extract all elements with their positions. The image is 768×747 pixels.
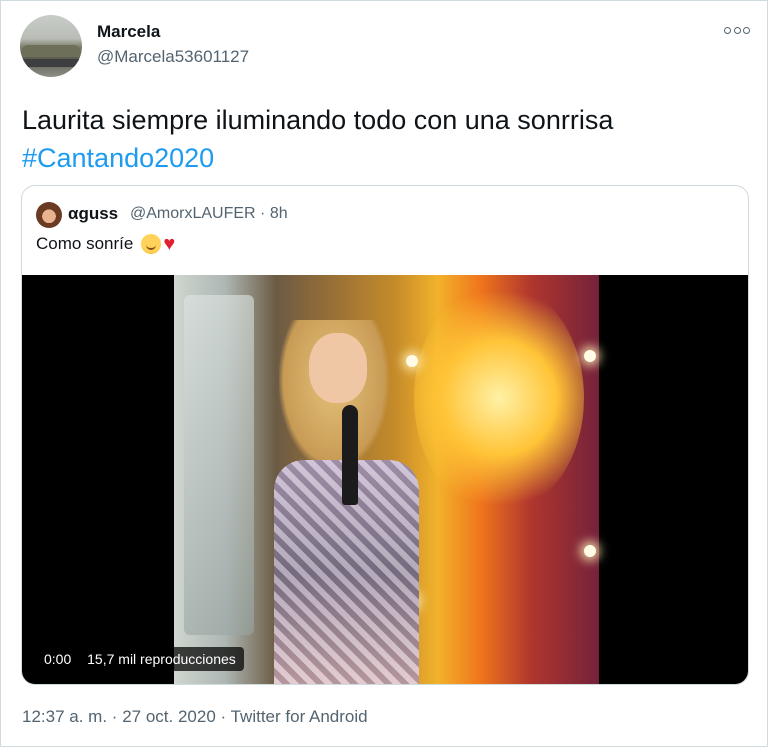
video-info-badge: 0:00 15,7 mil reproducciones (36, 647, 244, 671)
smiling-face-icon (141, 234, 162, 254)
tweet-body: Laurita siempre iluminando todo con una … (22, 105, 614, 135)
microphone (342, 405, 358, 505)
quote-age[interactable]: 8h (270, 205, 288, 222)
more-options-icon[interactable] (724, 23, 750, 37)
tweet-time[interactable]: 12:37 a. m. (22, 707, 107, 726)
quoted-tweet[interactable]: αguss @AmorxLAUFER · 8h Como sonríe ♥ 0:… (21, 185, 749, 685)
dot (733, 26, 741, 34)
hashtag-link[interactable]: #Cantando2020 (22, 139, 742, 177)
video-player[interactable]: 0:00 15,7 mil reproducciones (22, 275, 748, 684)
tweet-text: Laurita siempre iluminando todo con una … (22, 101, 742, 177)
video-views: 15,7 mil reproducciones (87, 651, 236, 667)
video-frame (174, 275, 599, 684)
tweet-footer: 12:37 a. m. · 27 oct. 2020 · Twitter for… (22, 707, 368, 727)
quote-author-name[interactable]: αguss (68, 204, 118, 224)
quote-text: Como sonríe ♥ (36, 234, 175, 254)
red-heart-icon: ♥ (163, 233, 176, 255)
performer-face (309, 333, 367, 403)
quote-meta: @AmorxLAUFER · 8h (130, 205, 288, 223)
stage-glow (414, 283, 584, 513)
stage-light (584, 350, 596, 362)
avatar-landscape (22, 45, 80, 57)
quote-body: Como sonríe (36, 234, 134, 253)
tweet-date[interactable]: 27 oct. 2020 (122, 707, 216, 726)
meta-separator: · (260, 205, 266, 222)
quote-author-avatar[interactable] (36, 202, 62, 228)
video-time: 0:00 (44, 651, 72, 667)
stage-light (584, 545, 596, 557)
quote-author-handle[interactable]: @AmorxLAUFER (130, 205, 256, 222)
footer-separator: · (220, 707, 227, 726)
stage-light (406, 355, 418, 367)
avatar-road (20, 59, 82, 67)
dot (743, 26, 750, 34)
stage-panel (184, 295, 254, 635)
author-name[interactable]: Marcela (97, 22, 160, 42)
footer-separator: · (111, 707, 118, 726)
author-handle[interactable]: @Marcela53601127 (97, 47, 249, 67)
dot (724, 26, 731, 34)
author-avatar[interactable] (20, 15, 82, 77)
tweet-source[interactable]: Twitter for Android (231, 707, 368, 726)
